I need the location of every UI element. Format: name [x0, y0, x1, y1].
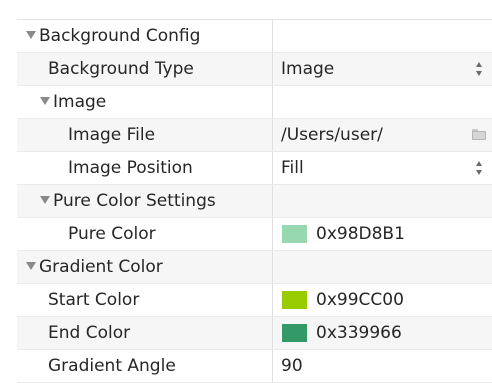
property-name-cell: Background Type — [17, 53, 273, 85]
image-file-field[interactable]: /Users/user/ — [274, 119, 492, 151]
group-row-background-config[interactable]: Background Config — [17, 20, 492, 53]
group-row-gradient-color[interactable]: Gradient Color — [17, 251, 492, 284]
property-name-cell: Pure Color — [17, 218, 273, 250]
disclosure-triangle-icon[interactable] — [26, 262, 36, 270]
gradient-angle-field[interactable]: 90 — [274, 350, 492, 382]
property-table: Background Config Background Type Image … — [17, 19, 492, 383]
property-row-pure-color[interactable]: Pure Color 0x98D8B1 — [17, 218, 492, 251]
property-label-image-position: Image Position — [68, 158, 193, 178]
property-name-cell: Start Color — [17, 284, 273, 316]
color-swatch[interactable] — [282, 291, 307, 309]
property-row-background-type[interactable]: Background Type Image — [17, 53, 492, 86]
property-name-cell: Pure Color Settings — [17, 185, 273, 217]
property-value-cell — [274, 251, 492, 283]
disclosure-triangle-icon[interactable] — [26, 31, 36, 39]
property-value-cell — [274, 86, 492, 118]
start-color-value: 0x99CC00 — [316, 290, 404, 310]
image-position-select[interactable]: Fill — [274, 152, 492, 184]
disclosure-triangle-icon[interactable] — [40, 97, 50, 105]
group-row-image[interactable]: Image — [17, 86, 492, 119]
group-label-gradient-color: Gradient Color — [39, 257, 163, 277]
select-arrows-icon[interactable] — [476, 62, 484, 76]
property-row-image-position[interactable]: Image Position Fill — [17, 152, 492, 185]
property-label-gradient-angle: Gradient Angle — [48, 356, 176, 376]
color-swatch[interactable] — [282, 324, 307, 342]
property-label-end-color: End Color — [48, 323, 131, 343]
property-value-cell — [274, 185, 492, 217]
end-color-value: 0x339966 — [316, 323, 402, 343]
pure-color-value: 0x98D8B1 — [316, 224, 405, 244]
property-row-gradient-angle[interactable]: Gradient Angle 90 — [17, 350, 492, 383]
group-row-pure-color-settings[interactable]: Pure Color Settings — [17, 185, 492, 218]
property-name-cell: Gradient Angle — [17, 350, 273, 382]
property-label-start-color: Start Color — [48, 290, 140, 310]
color-swatch[interactable] — [282, 225, 307, 243]
property-name-cell: Image Position — [17, 152, 273, 184]
end-color-picker[interactable]: 0x339966 — [274, 317, 492, 349]
property-name-cell: End Color — [17, 317, 273, 349]
property-name-cell: Background Config — [17, 20, 273, 52]
background-type-select[interactable]: Image — [274, 53, 492, 85]
group-label-background-config: Background Config — [39, 26, 201, 46]
property-row-end-color[interactable]: End Color 0x339966 — [17, 317, 492, 350]
property-label-pure-color: Pure Color — [68, 224, 156, 244]
image-file-value: /Users/user/ — [281, 125, 383, 145]
property-name-cell: Image File — [17, 119, 273, 151]
pure-color-picker[interactable]: 0x98D8B1 — [274, 218, 492, 250]
property-label-background-type: Background Type — [48, 59, 194, 79]
property-value-cell — [274, 20, 492, 52]
image-position-value: Fill — [281, 158, 304, 178]
gradient-angle-value: 90 — [281, 356, 303, 376]
property-name-cell: Gradient Color — [17, 251, 273, 283]
group-label-pure-color-settings: Pure Color Settings — [53, 191, 216, 211]
disclosure-triangle-icon[interactable] — [40, 196, 50, 204]
property-row-image-file[interactable]: Image File /Users/user/ — [17, 119, 492, 152]
group-label-image: Image — [53, 92, 107, 112]
background-type-value: Image — [281, 59, 335, 79]
property-name-cell: Image — [17, 86, 273, 118]
select-arrows-icon[interactable] — [476, 161, 484, 175]
start-color-picker[interactable]: 0x99CC00 — [274, 284, 492, 316]
folder-icon[interactable] — [472, 129, 486, 140]
property-row-start-color[interactable]: Start Color 0x99CC00 — [17, 284, 492, 317]
property-label-image-file: Image File — [68, 125, 156, 145]
